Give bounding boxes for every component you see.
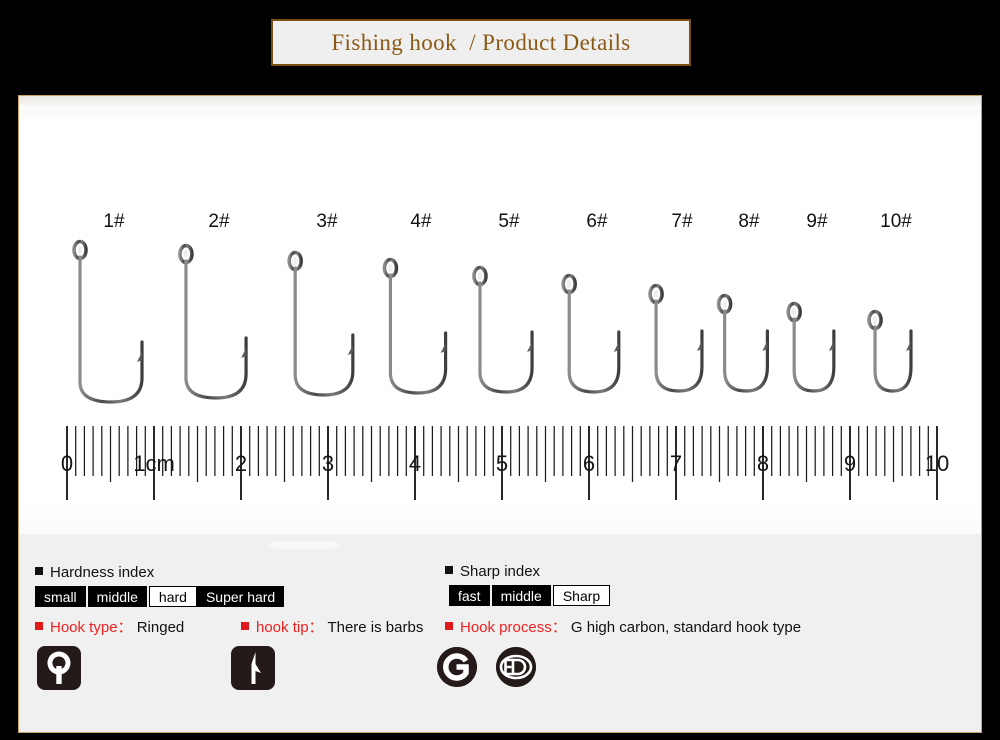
hook-type-label: Hook type： [50,619,133,636]
sharp-option-fast: fast [449,585,492,606]
fishing-hook-8 [711,290,788,410]
ruler-tick-label-9: 9 [843,451,857,476]
ruler-tick-label-1: 1cm [133,451,175,476]
hook-type-row: Hook type： Ringed [35,616,184,637]
barbed-point-icon [231,646,275,690]
panel-highlight-smudge [269,542,339,549]
hook-process-label: Hook process： [460,619,567,636]
bullet-square-red-icon [241,622,249,630]
photo-top-shading [19,96,981,110]
hook-type-value: Ringed [136,619,185,636]
ruler-tick-label-0: 0 [60,451,74,476]
specs-panel: Hardness index small middle hard Super hard… [19,534,981,732]
sharp-option-middle: middle [491,585,553,606]
sharp-index-heading: Sharp index [445,563,540,580]
bullet-square-icon [35,567,43,575]
fishing-hook-9 [780,298,854,410]
fishing-hook-1 [66,236,162,421]
hook-size-label-3: 3# [316,211,338,232]
hook-tip-row: hook tip： There is barbs [241,616,423,637]
g-badge-icon [437,647,477,687]
hook-size-label-5: 5# [498,211,520,232]
hook-size-label-1: 1# [103,211,125,232]
fishing-hook-3 [281,247,373,414]
hook-size-label-10: 10# [880,211,912,232]
product-detail-image: Fishing hook / Product Details 1# 2# 3# 4# 5… [0,0,1000,740]
ruler-tick-label-7: 7 [669,451,683,476]
sharp-option-sharp: Sharp [552,585,611,606]
ruler-tick-label-4: 4 [408,451,422,476]
bullet-square-icon [445,566,453,574]
hardness-index-scale: small middle hard Super hard [35,586,285,607]
ruler-tick-label-8: 8 [756,451,770,476]
hook-size-photo: 1# 2# 3# 4# 5# 6# 7# 8# 9# 10# 0 1cm 2 3 4 5 6 7 8 9 10 [19,96,981,534]
content-frame: 1# 2# 3# 4# 5# 6# 7# 8# 9# 10# 0 1cm 2 3 4 5 6 7 8 9 10 Har… [18,95,982,733]
hook-size-label-7: 7# [671,211,693,232]
sharp-index-scale: fast middle Sharp [449,585,611,606]
fishing-hook-6 [555,270,639,411]
ruler-tick-label-10: 10 [924,451,950,476]
hardness-index-heading: Hardness index [35,564,154,581]
bullet-square-red-icon [35,622,43,630]
ruler-tick-label-6: 6 [582,451,596,476]
page-title-banner: Fishing hook / Product Details [271,19,691,66]
page-title: Fishing hook / Product Details [331,29,631,55]
hardness-option-hard: hard [148,586,197,607]
hardness-option-super-hard: Super hard [196,586,285,607]
hook-size-label-2: 2# [208,211,230,232]
fishing-hook-10 [861,306,931,410]
ruler-tick-label-5: 5 [495,451,509,476]
hook-process-value: G high carbon, standard hook type [570,619,802,636]
bullet-square-red-icon [445,622,453,630]
hook-tip-label: hook tip： [256,619,324,636]
ringed-eye-icon [37,646,81,690]
hardness-option-middle: middle [87,586,149,607]
fishing-hook-4 [376,254,465,412]
hook-size-label-9: 9# [806,211,828,232]
fishing-hook-2 [172,240,266,417]
ruler-tick-label-2: 2 [234,451,248,476]
hardness-option-small: small [35,586,88,607]
ed-badge-icon [496,647,536,687]
ruler-tick-label-3: 3 [321,451,335,476]
fishing-hook-5 [466,262,552,411]
hook-tip-value: There is barbs [327,619,424,636]
hook-size-label-4: 4# [410,211,432,232]
hook-size-label-8: 8# [738,211,760,232]
hook-size-label-6: 6# [586,211,608,232]
hook-process-row: Hook process： G high carbon, standard ho… [445,616,801,637]
